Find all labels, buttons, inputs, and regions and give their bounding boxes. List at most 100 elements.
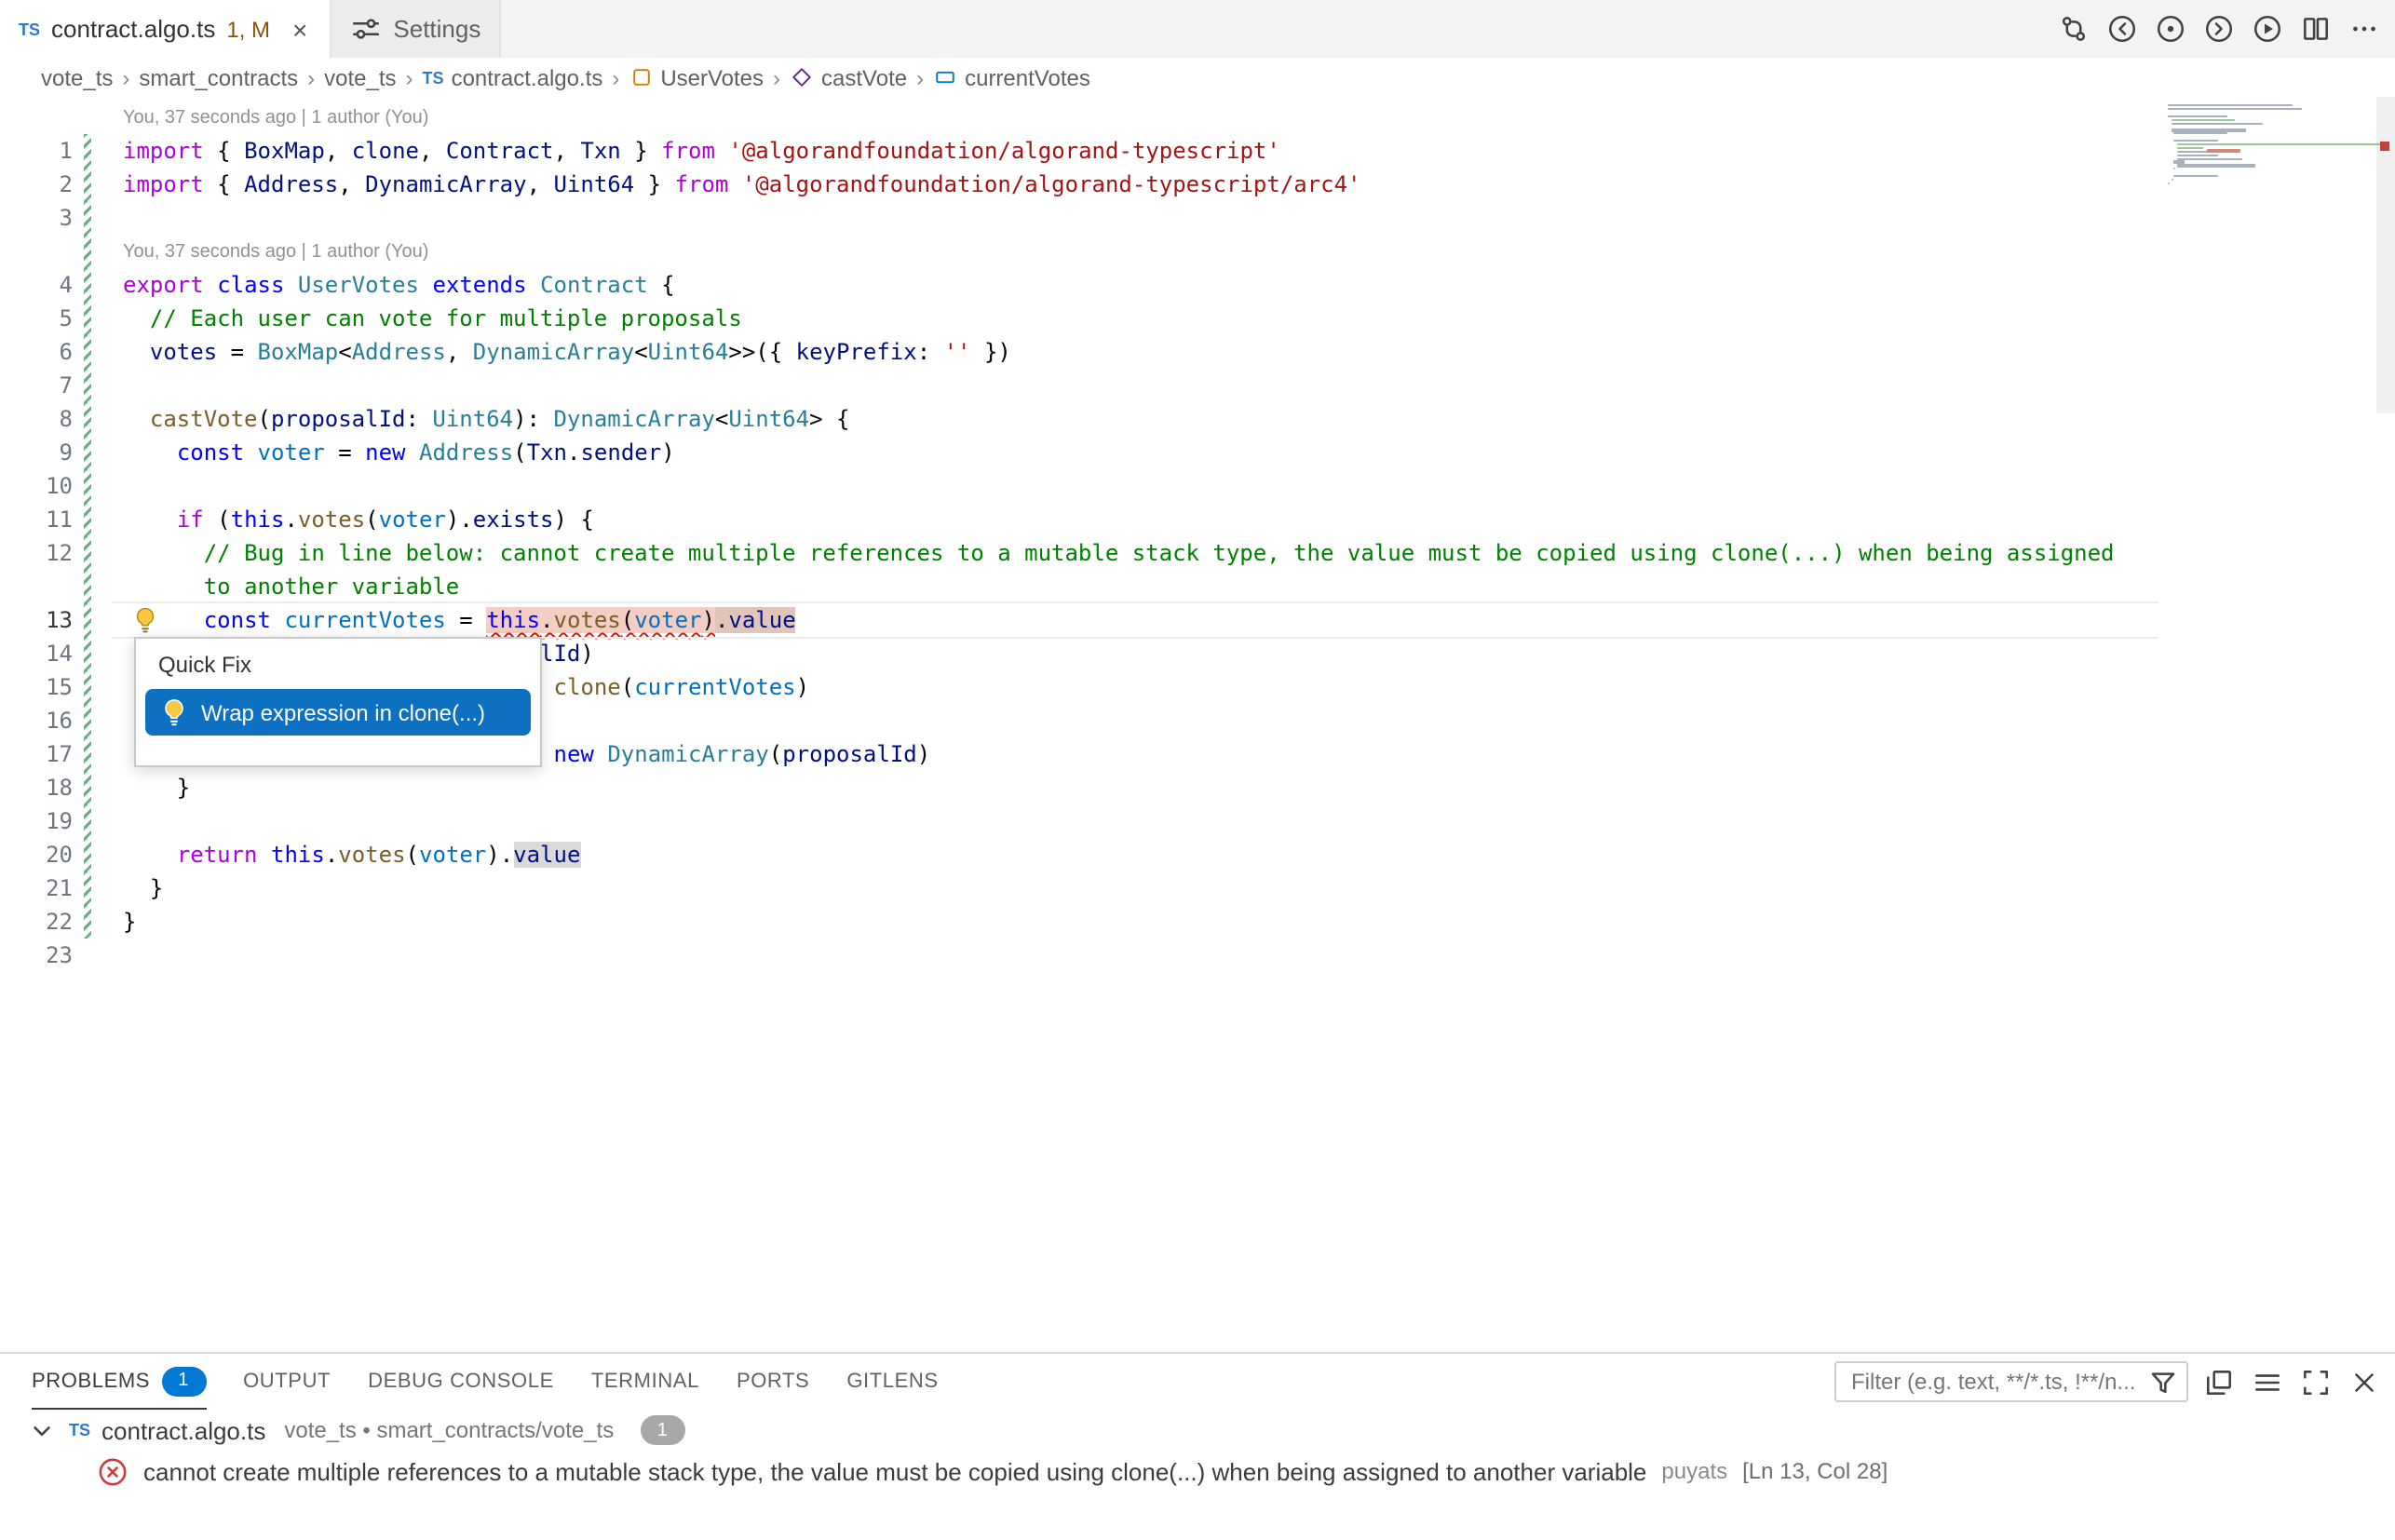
codelens-row[interactable]: You, 37 seconds ago | 1 author (You) xyxy=(0,101,2395,134)
panel-tab-gitlens[interactable]: GITLENS xyxy=(846,1354,938,1410)
open-next-change-icon[interactable] xyxy=(2203,13,2235,45)
code-line-3[interactable]: 3 xyxy=(0,201,2395,235)
code-line-18[interactable]: 18 } xyxy=(0,771,2395,804)
quick-fix-action[interactable]: Wrap expression in clone(...) xyxy=(145,689,531,736)
lightbulb-icon[interactable] xyxy=(130,605,160,635)
maximize-panel-icon[interactable] xyxy=(2300,1366,2332,1398)
git-compare-icon[interactable] xyxy=(2058,13,2090,45)
line-number[interactable]: 7 xyxy=(0,372,73,399)
line-number[interactable]: 3 xyxy=(0,205,73,231)
breadcrumb-item-uservotes[interactable]: UserVotes xyxy=(629,64,764,90)
breadcrumb-item-currentvotes[interactable]: currentVotes xyxy=(933,64,1090,90)
panel-tab-problems[interactable]: PROBLEMS1 xyxy=(32,1354,206,1410)
code-line-4[interactable]: 4export class UserVotes extends Contract… xyxy=(0,268,2395,302)
tab-settings[interactable]: Settings xyxy=(332,0,501,58)
tab-contract-algo-ts[interactable]: TS contract.algo.ts 1, M × xyxy=(0,0,332,58)
code-line-1[interactable]: 1 import { BoxMap, clone, Contract, Txn }… xyxy=(0,134,2395,168)
line-number[interactable]: 1 xyxy=(0,138,73,164)
close-tab-icon[interactable]: × xyxy=(289,14,311,44)
line-number[interactable]: 17 xyxy=(0,741,73,767)
minimap[interactable] xyxy=(2162,97,2376,209)
view-as-table-icon[interactable] xyxy=(2252,1366,2283,1398)
run-file-icon[interactable] xyxy=(2252,13,2283,45)
problem-item-row[interactable]: cannot create multiple references to a m… xyxy=(0,1451,2395,1492)
line-number[interactable]: 18 xyxy=(0,775,73,801)
line-number[interactable]: 23 xyxy=(0,942,73,968)
code-line-13[interactable]: 13 const currentVotes = this.votes(voter… xyxy=(0,603,2395,637)
git-gutter-indicator xyxy=(73,838,123,871)
code-line-7[interactable]: 7 xyxy=(0,369,2395,402)
breadcrumb-item-smart-contracts[interactable]: smart_contracts xyxy=(139,64,298,90)
split-editor-icon[interactable] xyxy=(2300,13,2332,45)
line-number[interactable]: 13 xyxy=(0,607,73,633)
code-line-wrap[interactable]: to another variable xyxy=(0,570,2395,603)
toggle-file-blame-icon[interactable] xyxy=(2155,13,2186,45)
code-line-10[interactable]: 10 xyxy=(0,469,2395,503)
git-gutter-indicator xyxy=(73,536,123,570)
breadcrumb-item-vote-ts[interactable]: vote_ts xyxy=(41,64,113,90)
codelens-row[interactable]: You, 37 seconds ago | 1 author (You) xyxy=(0,235,2395,268)
code-line-5[interactable]: 5 // Each user can vote for multiple pro… xyxy=(0,302,2395,335)
codelens-annotation[interactable]: You, 37 seconds ago | 1 author (You) xyxy=(123,241,428,262)
filter-icon[interactable] xyxy=(2147,1366,2179,1398)
open-previous-change-icon[interactable] xyxy=(2106,13,2138,45)
code-line-8[interactable]: 8 castVote(proposalId: Uint64): DynamicA… xyxy=(0,402,2395,436)
line-number[interactable]: 12 xyxy=(0,540,73,566)
line-number[interactable]: 16 xyxy=(0,708,73,734)
collapse-all-icon[interactable] xyxy=(2203,1366,2235,1398)
close-panel-icon[interactable] xyxy=(2348,1366,2380,1398)
git-gutter-indicator xyxy=(73,436,123,469)
line-number[interactable]: 4 xyxy=(0,272,73,298)
breadcrumb-item-vote-ts[interactable]: vote_ts xyxy=(324,64,396,90)
line-number[interactable]: 6 xyxy=(0,339,73,365)
code-line-19[interactable]: 19 xyxy=(0,804,2395,838)
breadcrumb-item-contract-algo-ts[interactable]: TScontract.algo.ts xyxy=(423,64,603,90)
code-text: // Bug in line below: cannot create mult… xyxy=(123,540,2115,566)
line-number[interactable]: 2 xyxy=(0,171,73,197)
problems-count-badge: 1 xyxy=(640,1415,684,1445)
code-line-21[interactable]: 21 } xyxy=(0,871,2395,905)
line-number[interactable]: 20 xyxy=(0,842,73,868)
line-number[interactable]: 11 xyxy=(0,507,73,533)
problems-file-row[interactable]: TS contract.algo.ts vote_ts • smart_cont… xyxy=(0,1410,2395,1451)
code-text: castVote(proposalId: Uint64): DynamicArr… xyxy=(123,406,849,432)
code-line-20[interactable]: 20 return this.votes(voter).value xyxy=(0,838,2395,871)
line-number[interactable]: 8 xyxy=(0,406,73,432)
codelens-annotation[interactable]: You, 37 seconds ago | 1 author (You) xyxy=(123,107,428,128)
line-number[interactable]: 19 xyxy=(0,808,73,834)
scrollbar-thumb[interactable] xyxy=(2376,97,2395,413)
git-gutter-indicator xyxy=(73,134,123,168)
line-number[interactable]: 14 xyxy=(0,641,73,667)
code-rows: You, 37 seconds ago | 1 author (You) 1 imp… xyxy=(0,101,2395,972)
code-line-12[interactable]: 12 // Bug in line below: cannot create m… xyxy=(0,536,2395,570)
problems-filter-input[interactable] xyxy=(1847,1367,2147,1397)
tab-label: Settings xyxy=(393,15,480,43)
line-number[interactable]: 9 xyxy=(0,439,73,466)
line-number[interactable]: 15 xyxy=(0,674,73,700)
code-editor[interactable]: You, 37 seconds ago | 1 author (You) 1 imp… xyxy=(0,97,2395,1352)
code-line-2[interactable]: 2import { Address, DynamicArray, Uint64 … xyxy=(0,168,2395,201)
code-line-6[interactable]: 6 votes = BoxMap<Address, DynamicArray<U… xyxy=(0,335,2395,369)
line-number[interactable]: 5 xyxy=(0,305,73,331)
git-gutter-indicator xyxy=(73,603,123,637)
line-number[interactable]: 22 xyxy=(0,909,73,935)
chevron-down-icon[interactable] xyxy=(26,1414,58,1446)
code-text: import { BoxMap, clone, Contract, Txn } … xyxy=(123,138,1280,164)
code-line-11[interactable]: 11 if (this.votes(voter).exists) { xyxy=(0,503,2395,536)
code-line-9[interactable]: 9 const voter = new Address(Txn.sender) xyxy=(0,436,2395,469)
code-line-23[interactable]: 23 xyxy=(0,939,2395,972)
breadcrumb-item-castvote[interactable]: castVote xyxy=(790,64,907,90)
line-number[interactable]: 21 xyxy=(0,875,73,901)
git-gutter-indicator xyxy=(73,637,123,670)
git-gutter-indicator xyxy=(73,402,123,436)
code-line-22[interactable]: 22} xyxy=(0,905,2395,939)
problems-file-name: contract.algo.ts xyxy=(101,1416,265,1444)
more-actions-icon[interactable] xyxy=(2348,13,2380,45)
panel-tab-ports[interactable]: PORTS xyxy=(737,1354,809,1410)
panel-tab-terminal[interactable]: TERMINAL xyxy=(591,1354,699,1410)
line-number[interactable]: 10 xyxy=(0,473,73,499)
breadcrumb-separator: › xyxy=(764,64,790,90)
panel-tab-debug-console[interactable]: DEBUG CONSOLE xyxy=(368,1354,554,1410)
typescript-file-icon: TS xyxy=(69,1421,90,1439)
panel-tab-output[interactable]: OUTPUT xyxy=(243,1354,331,1410)
